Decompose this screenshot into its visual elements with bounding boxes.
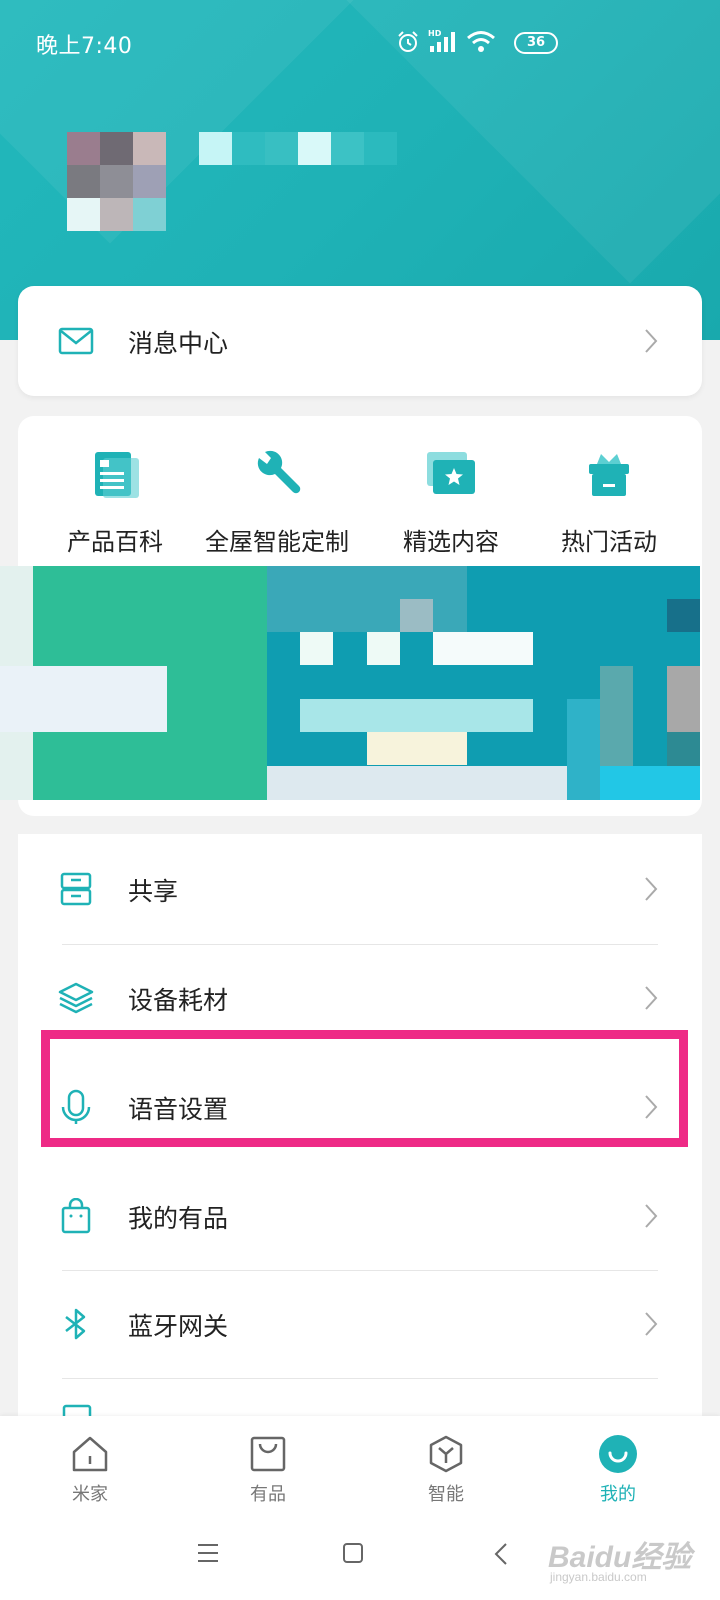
tab-mine[interactable]: 我的 xyxy=(568,1434,668,1506)
banner-block xyxy=(267,766,567,800)
message-center-row[interactable]: 消息中心 xyxy=(18,286,702,396)
banner-block xyxy=(667,599,700,632)
quick-action-label: 产品百科 xyxy=(67,528,163,556)
banner-block xyxy=(367,732,467,765)
highlight-box xyxy=(41,1030,688,1147)
bluetooth-icon xyxy=(65,1308,86,1340)
tab-label: 我的 xyxy=(600,1484,636,1505)
banner-block xyxy=(300,699,533,732)
back-icon[interactable] xyxy=(494,1542,508,1566)
quick-action-hot-events[interactable]: 热门活动 xyxy=(524,444,694,557)
banner-block xyxy=(367,632,400,665)
banner-block xyxy=(667,732,700,766)
smart-icon xyxy=(429,1435,463,1473)
chevron-right-icon xyxy=(645,1204,658,1228)
username-redacted xyxy=(199,132,397,165)
banner-block xyxy=(600,666,633,766)
status-bar: 晚上7:40 HD 36 xyxy=(0,0,720,90)
chevron-right-icon xyxy=(645,986,658,1010)
banner-block xyxy=(433,632,533,665)
message-center-card[interactable]: 消息中心 xyxy=(18,286,702,396)
quick-action-label: 热门活动 xyxy=(561,528,657,556)
menu-item-share[interactable]: 共享 xyxy=(18,834,702,944)
quick-action-product-wiki[interactable]: 产品百科 xyxy=(30,444,200,557)
home-icon xyxy=(72,1436,108,1472)
tab-youpin[interactable]: 有品 xyxy=(218,1434,318,1506)
layers-icon xyxy=(58,982,94,1014)
home-nav-icon[interactable] xyxy=(342,1542,364,1564)
chevron-right-icon xyxy=(645,1312,658,1336)
status-time: 晚上7:40 xyxy=(36,34,133,59)
quick-action-label: 全屋智能定制 xyxy=(205,528,349,556)
watermark-sub: jingyan.baidu.com xyxy=(550,1570,647,1584)
menu-item-my-youpin[interactable]: 我的有品 xyxy=(18,1161,702,1271)
banner-block xyxy=(400,599,433,632)
gift-icon xyxy=(589,454,629,496)
document-icon xyxy=(95,452,139,498)
menu-item-label: 共享 xyxy=(128,877,179,906)
menu-item-bluetooth-gateway[interactable]: 蓝牙网关 xyxy=(18,1269,702,1379)
shopping-bag-icon xyxy=(61,1198,91,1234)
quick-action-featured-content[interactable]: 精选内容 xyxy=(366,444,536,557)
message-center-label: 消息中心 xyxy=(128,329,229,358)
tab-mijia[interactable]: 米家 xyxy=(40,1434,140,1506)
chevron-right-icon xyxy=(645,877,658,901)
mail-icon xyxy=(58,327,94,355)
baidu-watermark: Baidu经验 jingyan.baidu.com xyxy=(548,1532,708,1592)
bottom-tab-bar: 米家 有品 智能 我的 xyxy=(0,1416,720,1516)
battery-icon: 36 xyxy=(514,32,558,54)
chevron-right-icon xyxy=(645,329,658,353)
profile-smile-icon xyxy=(599,1435,637,1473)
banner-block xyxy=(267,566,467,632)
menu-item-label: 蓝牙网关 xyxy=(128,1312,229,1341)
banner-block xyxy=(300,632,333,665)
tab-label: 有品 xyxy=(250,1484,286,1505)
promo-banner[interactable] xyxy=(0,566,700,800)
banner-block xyxy=(567,699,600,800)
avatar[interactable] xyxy=(67,132,166,231)
menu-item-label: 我的有品 xyxy=(128,1204,229,1233)
tab-label: 智能 xyxy=(428,1484,464,1505)
banner-light-block xyxy=(0,666,167,732)
menu-icon[interactable] xyxy=(196,1542,220,1564)
banner-block xyxy=(667,666,700,732)
divider xyxy=(62,1378,658,1379)
alarm-icon xyxy=(398,31,418,52)
tab-smart[interactable]: 智能 xyxy=(396,1434,496,1506)
svg-text:HD: HD xyxy=(428,29,442,38)
quick-action-label: 精选内容 xyxy=(403,528,499,556)
menu-item-label: 设备耗材 xyxy=(128,986,229,1015)
bag-icon xyxy=(250,1436,286,1472)
quick-action-smart-home-custom[interactable]: 全屋智能定制 xyxy=(192,444,362,557)
wrench-icon xyxy=(257,450,301,494)
banner-block xyxy=(600,766,700,800)
star-folder-icon xyxy=(427,452,475,494)
share-drawer-icon xyxy=(60,872,92,906)
hd-signal-icon: HD xyxy=(428,29,455,52)
tab-label: 米家 xyxy=(72,1484,108,1505)
wifi-icon xyxy=(467,31,495,52)
